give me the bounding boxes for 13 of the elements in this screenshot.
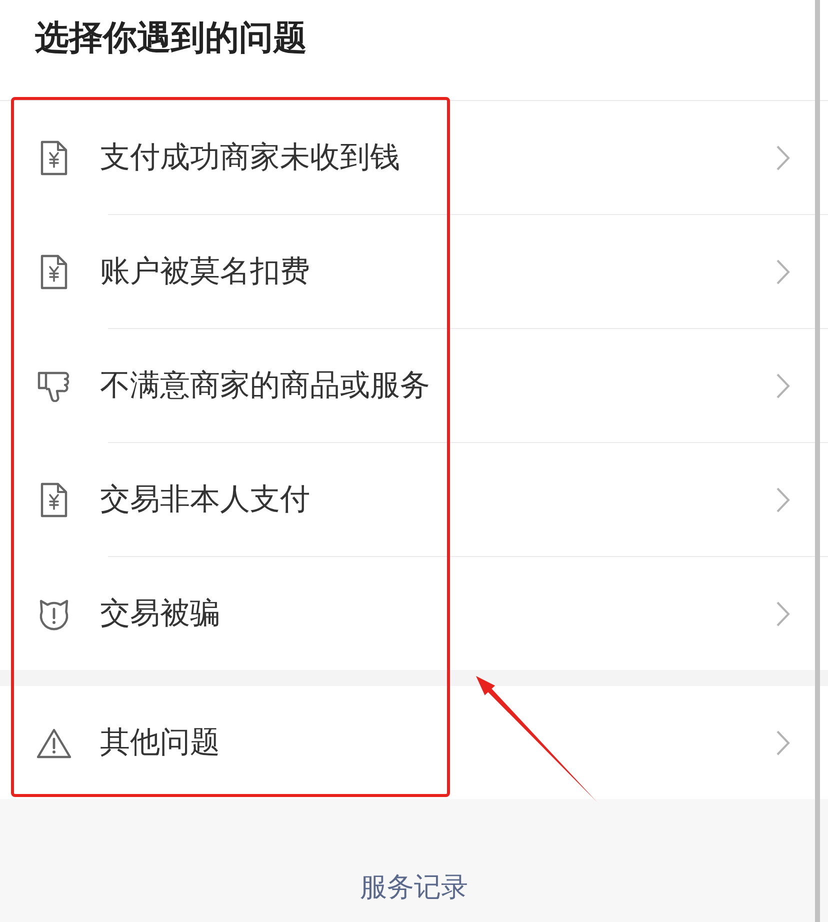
yen-document-icon (40, 482, 68, 518)
warning-icon (36, 726, 72, 758)
chevron-right-icon (776, 144, 790, 170)
yen-document-icon (40, 140, 68, 176)
chevron-right-icon (776, 600, 790, 626)
service-records-link[interactable]: 服务记录 (360, 869, 468, 907)
chevron-right-icon (776, 258, 790, 284)
thumbs-down-icon (37, 370, 71, 402)
chevron-right-icon (776, 372, 790, 398)
chevron-right-icon (776, 730, 790, 756)
yen-document-icon (40, 254, 68, 290)
chevron-right-icon (776, 486, 790, 512)
page-title: 选择你遇到的问题 (35, 17, 307, 60)
